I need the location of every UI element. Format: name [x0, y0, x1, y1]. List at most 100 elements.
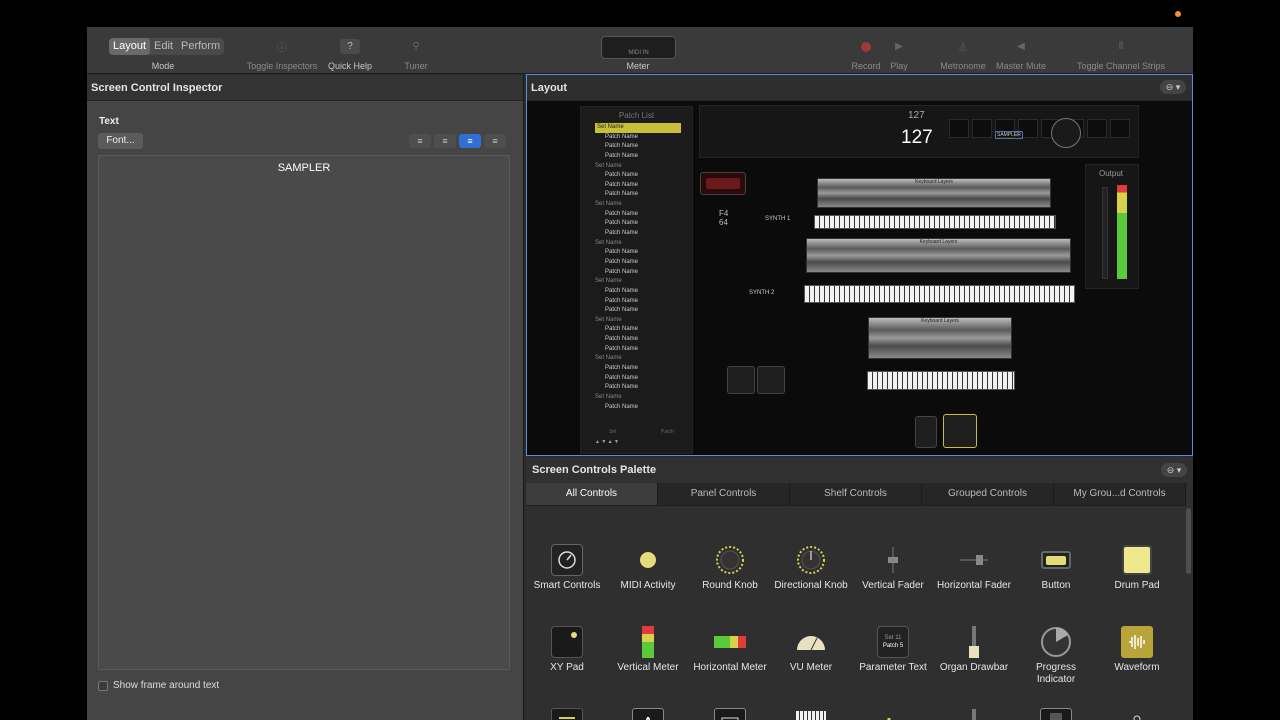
patch-name-row[interactable]: Patch Name	[581, 248, 692, 258]
patch-name-row[interactable]: Patch Name	[581, 287, 692, 297]
eq-icon	[877, 708, 909, 720]
patch-name-row[interactable]: Patch Name	[581, 258, 692, 268]
mode-edit-button[interactable]: Edit	[150, 38, 177, 55]
patch-name-row[interactable]: Patch Name	[581, 181, 692, 191]
patch-name-row[interactable]: Patch Name	[581, 345, 692, 355]
meter-control-item[interactable]	[1017, 708, 1095, 720]
patch-name-row[interactable]: Patch Name	[581, 403, 692, 413]
set-name-row[interactable]: Set Name	[581, 277, 692, 287]
patch-name-row[interactable]: Patch Name	[581, 133, 692, 143]
patch-name-row[interactable]: Patch Name	[581, 152, 692, 162]
sustain-pedal[interactable]	[943, 414, 977, 448]
patch-name-row[interactable]: Patch Name	[581, 268, 692, 278]
record-icon[interactable]	[856, 39, 876, 54]
patch-name-row[interactable]: Patch Name	[581, 219, 692, 229]
set-name-row[interactable]: Set Name	[581, 239, 692, 249]
control-slots	[949, 119, 1130, 138]
set-name-row[interactable]: Set Name	[581, 393, 692, 403]
patch-name-row[interactable]: Patch Name	[581, 190, 692, 200]
tab-my-grouped-controls[interactable]: My Grou...d Controls	[1054, 483, 1186, 505]
led-control-item[interactable]	[1098, 708, 1176, 720]
pedal-1[interactable]	[727, 366, 755, 394]
text-control-item[interactable]: A	[609, 708, 687, 720]
button-icon	[1040, 544, 1072, 576]
set-name-row[interactable]: Set Name	[581, 162, 692, 172]
tab-panel-controls[interactable]: Panel Controls	[658, 483, 790, 505]
mode-perform-button[interactable]: Perform	[177, 38, 224, 55]
tuner-icon[interactable]: ⚲	[406, 39, 426, 54]
set-name-row[interactable]: Set Name	[581, 200, 692, 210]
drawbar-control-item[interactable]	[935, 708, 1013, 720]
palette-menu-button[interactable]: ⊖ ▾	[1161, 463, 1187, 477]
vertical-meter-item[interactable]: Vertical Meter	[609, 626, 687, 674]
patch-list-arrows[interactable]: ▲ ▼ ▲ ▼	[595, 439, 681, 445]
set-name-row[interactable]: Set Name	[581, 316, 692, 326]
horizontal-meter-item[interactable]: Horizontal Meter	[691, 626, 769, 674]
waveform-item[interactable]: Waveform	[1098, 626, 1176, 674]
layout-menu-button[interactable]: ⊖ ▾	[1160, 80, 1186, 94]
patch-name-row[interactable]: Patch Name	[581, 306, 692, 316]
toggle-inspectors-icon[interactable]: ⓘ	[272, 39, 292, 54]
tab-grouped-controls[interactable]: Grouped Controls	[922, 483, 1054, 505]
patch-name-row[interactable]: Patch Name	[581, 364, 692, 374]
align-justify-icon[interactable]: ≡	[484, 134, 506, 148]
tab-all-controls[interactable]: All Controls	[526, 483, 658, 505]
set-name-row[interactable]: Set Name	[595, 123, 681, 133]
mode-segmented-control[interactable]: Layout Edit Perform	[109, 38, 225, 55]
quick-help-icon[interactable]: ?	[340, 39, 360, 54]
image-control-item[interactable]	[691, 708, 769, 720]
red-button[interactable]	[700, 172, 746, 195]
smart-controls-item[interactable]: Smart Controls	[528, 544, 606, 592]
round-knob-item[interactable]: Round Knob	[691, 544, 769, 592]
set-name-row[interactable]: Set Name	[581, 354, 692, 364]
directional-knob-item[interactable]: Directional Knob	[772, 544, 850, 592]
patch-name-row[interactable]: Patch Name	[581, 229, 692, 239]
show-frame-checkbox[interactable]: Show frame around text	[98, 680, 219, 691]
tab-shelf-controls[interactable]: Shelf Controls	[790, 483, 922, 505]
checkbox-box[interactable]	[98, 680, 108, 691]
play-icon[interactable]: ▶	[889, 39, 909, 54]
patch-name-row[interactable]: Patch Name	[581, 374, 692, 384]
output-fader[interactable]	[1102, 187, 1108, 279]
patch-name-row[interactable]: Patch Name	[581, 142, 692, 152]
master-mute-icon[interactable]: ◀	[1011, 39, 1031, 54]
keyboard-3[interactable]	[867, 371, 1015, 390]
patch-name-row[interactable]: Patch Name	[581, 171, 692, 181]
expression-pedal[interactable]	[915, 416, 937, 448]
xy-pad-item[interactable]: XY Pad	[528, 626, 606, 674]
mode-layout-button[interactable]: Layout	[109, 38, 151, 55]
patch-list[interactable]: Patch List Set Name Patch Name Patch Name P…	[580, 106, 693, 454]
vu-meter-item[interactable]: VU Meter	[772, 626, 850, 674]
text-field[interactable]: SAMPLER	[98, 155, 510, 670]
horizontal-fader-item[interactable]: Horizontal Fader	[935, 544, 1013, 592]
organ-drawbar-item[interactable]: Organ Drawbar	[935, 626, 1013, 674]
patch-name-row[interactable]: Patch Name	[581, 297, 692, 307]
patch-name-row[interactable]: Patch Name	[581, 335, 692, 345]
button-item[interactable]: Button	[1017, 544, 1095, 592]
keyboard-synth1[interactable]	[814, 215, 1056, 229]
keyboard-synth2[interactable]	[804, 285, 1075, 303]
channel-strips-icon[interactable]: ⦀	[1111, 39, 1131, 54]
round-knob[interactable]	[1051, 118, 1081, 148]
eq-control-item[interactable]	[854, 708, 932, 720]
keyboard-control-item[interactable]	[772, 708, 850, 720]
patch-name-row[interactable]: Patch Name	[581, 210, 692, 220]
drum-pad-item[interactable]: Drum Pad	[1098, 544, 1176, 592]
list-control-item[interactable]	[528, 708, 606, 720]
font-button[interactable]: Font...	[98, 133, 143, 149]
align-left-icon[interactable]: ≡	[409, 134, 431, 148]
parameter-text-item[interactable]: Set 11 Patch 5 Parameter Text	[854, 626, 932, 674]
metronome-icon[interactable]: ⏃	[953, 39, 973, 54]
pedal-2[interactable]	[757, 366, 785, 394]
tuner-label: Tuner	[404, 61, 428, 71]
patch-name-row[interactable]: Patch Name	[581, 383, 692, 393]
progress-indicator-item[interactable]: Progress Indicator	[1017, 626, 1095, 686]
layout-canvas[interactable]: Patch List Set Name Patch Name Patch Name P…	[527, 102, 1192, 455]
align-center-icon[interactable]: ≡	[434, 134, 456, 148]
patch-name-row[interactable]: Patch Name	[581, 325, 692, 335]
palette-scrollbar[interactable]	[1186, 508, 1191, 574]
text-icon: A	[632, 708, 664, 720]
midi-activity-item[interactable]: MIDI Activity	[609, 544, 687, 592]
vertical-fader-item[interactable]: Vertical Fader	[854, 544, 932, 592]
align-right-icon[interactable]: ≡	[459, 134, 481, 148]
